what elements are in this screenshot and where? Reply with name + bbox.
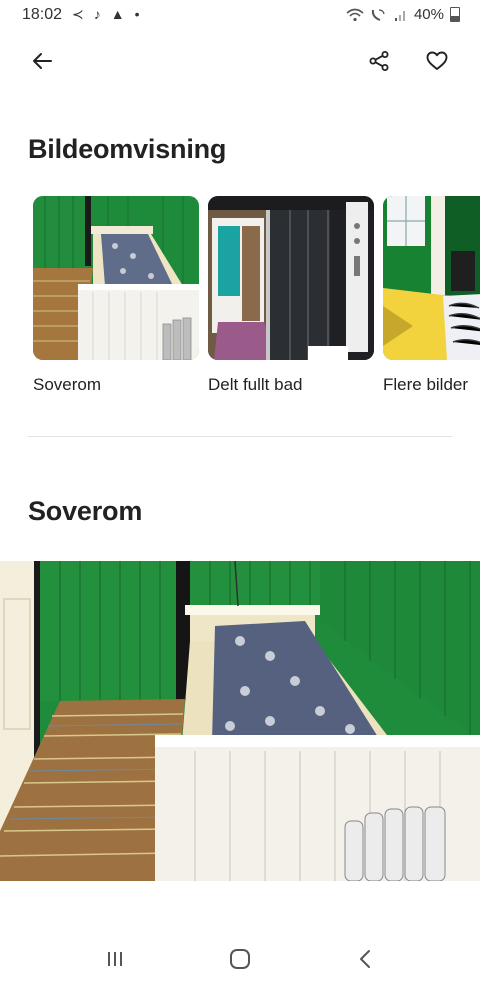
- recent-apps-icon: [108, 952, 122, 966]
- bedroom-large-photo: [0, 561, 480, 881]
- carousel-label: Soverom: [33, 375, 102, 394]
- more-photos-image: [383, 196, 480, 360]
- bathroom-photo: [208, 196, 374, 360]
- photo-carousel[interactable]: Soverom Delt fullt bad Flere bilder: [33, 196, 480, 406]
- carousel-label: Flere bilder: [383, 375, 469, 394]
- favorite-button[interactable]: [419, 43, 455, 79]
- battery-percent: 40%: [413, 6, 444, 23]
- heart-outline-icon: [426, 51, 448, 70]
- back-icon: [360, 950, 370, 968]
- share-button[interactable]: [361, 43, 397, 79]
- carousel-card-flere[interactable]: Flere bilder: [383, 196, 480, 395]
- bedroom-thumbnail[interactable]: [33, 196, 199, 360]
- home-button[interactable]: [220, 944, 260, 974]
- home-icon: [230, 949, 250, 969]
- gallery-title: Bildeomvisning: [28, 134, 227, 164]
- status-left-icons: ≺ ♪ ▲ •: [72, 6, 140, 23]
- carousel-card-soverom[interactable]: Soverom: [33, 196, 199, 395]
- wifi-call-icon: [371, 8, 385, 21]
- bedroom-hero-photo[interactable]: [0, 561, 480, 881]
- status-bar: 18:02 ≺ ♪ ▲ • 40%: [0, 0, 480, 30]
- status-right-icons: 40%: [346, 6, 460, 23]
- system-back-button[interactable]: [345, 944, 385, 974]
- bedroom-photo: [33, 196, 199, 360]
- carousel-card-bad[interactable]: Delt fullt bad: [208, 196, 374, 395]
- signal-icon: [394, 10, 405, 21]
- recent-apps-button[interactable]: [95, 944, 135, 974]
- status-time: 18:02: [22, 6, 63, 23]
- battery-icon: [450, 7, 460, 22]
- bathroom-thumbnail[interactable]: [208, 196, 374, 360]
- share-icon: [369, 51, 389, 71]
- dot-icon: •: [134, 6, 140, 22]
- arrow-left-icon: [33, 53, 52, 69]
- section-divider: [28, 436, 452, 437]
- music-note-icon: ♪: [93, 6, 101, 22]
- carousel-label: Delt fullt bad: [208, 375, 303, 394]
- section-title: Soverom: [28, 496, 143, 526]
- more-photos-thumbnail[interactable]: [383, 196, 480, 360]
- bell-icon: ▲: [110, 6, 125, 22]
- wifi-icon: [346, 8, 364, 21]
- system-nav-bar: [0, 934, 480, 986]
- vlc-arrow-icon: ≺: [72, 6, 84, 22]
- back-button[interactable]: [24, 43, 60, 79]
